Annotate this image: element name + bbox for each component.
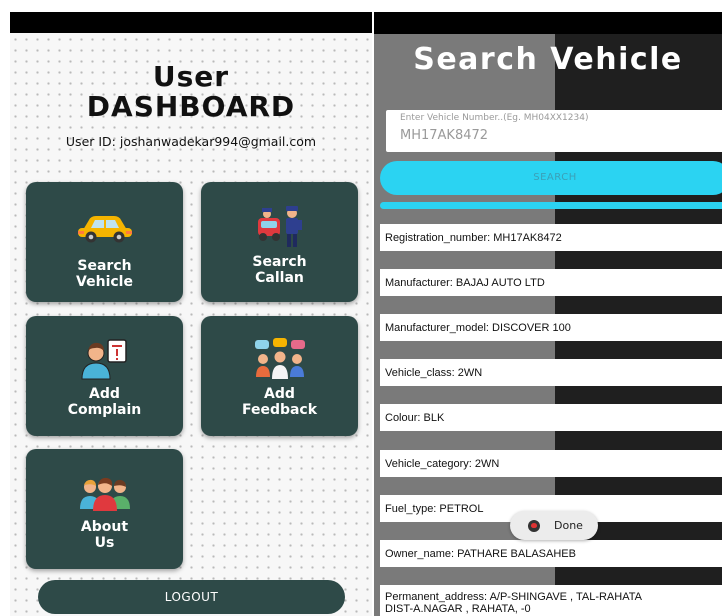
card-label-line1: About [80, 519, 129, 535]
search-button[interactable]: SEARCH [380, 161, 722, 195]
status-bar [10, 12, 372, 33]
result-manufacturer: Manufacturer: BAJAJ AUTO LTD [380, 269, 722, 296]
complaint-person-icon [26, 336, 183, 382]
add-complain-card[interactable]: Add Complain [26, 316, 183, 436]
add-feedback-card[interactable]: Add Feedback [201, 316, 358, 436]
result-vehicle-category: Vehicle_category: 2WN [380, 450, 722, 477]
result-owner-name: Owner_name: PATHARE BALASAHEB [380, 540, 722, 567]
result-colour: Colour: BLK [380, 404, 722, 431]
vehicle-number-hint: Enter Vehicle Number..(Eg. MH04XX1234) [400, 113, 589, 123]
result-vehicle-class: Vehicle_class: 2WN [380, 359, 722, 386]
traffic-police-icon [201, 204, 358, 248]
logout-button[interactable]: LOGOUT [38, 580, 345, 614]
vehicle-number-value: MH17AK8472 [400, 128, 489, 143]
progress-bar [380, 202, 722, 209]
dashboard-title-line2: DASHBOARD [86, 90, 296, 123]
search-vehicle-screen: Search Vehicle Enter Vehicle Number..(Eg… [374, 12, 722, 616]
done-toast: Done [510, 511, 598, 540]
card-label-line2: Vehicle [76, 274, 133, 290]
result-permanent-address: Permanent_address: A/P-SHINGAVE , TAL-RA… [380, 585, 722, 616]
result-registration-number: Registration_number: MH17AK8472 [380, 224, 722, 251]
user-id-label: User ID: joshanwadekar994@gmail.com [65, 134, 317, 149]
status-bar [374, 12, 722, 34]
search-vehicle-card[interactable]: Search Vehicle [26, 182, 183, 302]
toast-text: Done [554, 519, 583, 532]
team-icon [26, 471, 183, 515]
card-label-line2: Complain [67, 402, 142, 418]
card-label-line1: Search [252, 254, 307, 270]
search-callan-card[interactable]: Search Callan [201, 182, 358, 302]
result-manufacturer-model: Manufacturer_model: DISCOVER 100 [380, 314, 722, 341]
card-label-line1: Search [77, 258, 132, 274]
card-label-line1: Add [264, 386, 295, 402]
about-us-card[interactable]: About Us [26, 449, 183, 569]
dashboard-title-line1: User [152, 60, 230, 93]
user-dashboard-screen: User DASHBOARD User ID: joshanwadekar994… [10, 12, 372, 616]
card-label-line2: Callan [255, 270, 304, 286]
page-title: Search Vehicle [413, 42, 683, 77]
card-label-line1: Add [89, 386, 120, 402]
feedback-group-icon [201, 336, 358, 382]
car-icon [26, 202, 183, 252]
card-label-line2: Us [94, 535, 115, 551]
vehicle-number-input[interactable]: Enter Vehicle Number..(Eg. MH04XX1234) M… [386, 110, 722, 152]
card-label-line2: Feedback [241, 402, 318, 418]
app-logo-icon [528, 519, 540, 532]
